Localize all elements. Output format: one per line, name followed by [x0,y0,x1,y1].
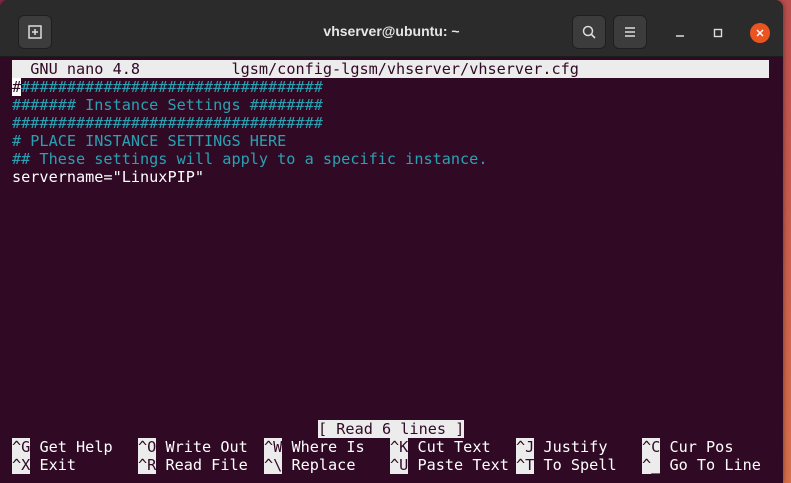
file-line-1[interactable]: ################################## [12,78,323,96]
shortcut-cur-pos[interactable]: ^C Cur Pos [642,438,733,456]
close-icon [756,29,764,37]
shortcut-read-file[interactable]: ^R Read File [138,456,248,474]
shortcut-where-is[interactable]: ^W Where Is [264,438,365,456]
hamburger-menu-icon [625,27,635,37]
nano-version: GNU nano 4.8 [12,60,141,78]
minimize-icon [676,35,684,37]
search-icon [582,25,596,39]
shortcut-exit[interactable]: ^X Exit [12,456,76,474]
file-line-3[interactable]: ################################## [12,114,323,132]
shortcut-paste-text[interactable]: ^U Paste Text [390,456,509,474]
shortcut-replace[interactable]: ^\ Replace [264,456,355,474]
shortcut-to-spell[interactable]: ^T To Spell [516,456,617,474]
text-cursor: # [12,78,22,96]
file-line-6[interactable]: servername="LinuxPIP" [12,168,204,186]
minimize-button[interactable] [670,23,690,43]
file-line-5[interactable]: ## These settings will apply to a specif… [12,150,487,168]
shortcut-cut-text[interactable]: ^K Cut Text [390,438,491,456]
nano-header: GNU nano 4.8 lgsm/config-lgsm/vhserver/v… [12,60,769,78]
file-line-2[interactable]: ####### Instance Settings ######## [12,96,323,114]
terminal-window: vhserver@ubuntu: ~ GNU nano 4.8 lgsm/con… [0,0,783,483]
terminal-content[interactable]: GNU nano 4.8 lgsm/config-lgsm/vhserver/v… [0,57,783,483]
maximize-icon [713,28,723,38]
shortcut-justify[interactable]: ^J Justify [516,438,607,456]
status-message: [ Read 6 lines ] [318,420,465,438]
shortcut-write-out[interactable]: ^O Write Out [138,438,248,456]
close-button[interactable] [750,23,770,43]
nano-filename: lgsm/config-lgsm/vhserver/vhserver.cfg [231,60,579,78]
search-button[interactable] [572,15,606,49]
shortcut-go-to-line[interactable]: ^_ Go To Line [642,456,761,474]
title-bar: vhserver@ubuntu: ~ [0,0,783,57]
menu-button[interactable] [613,15,647,49]
window-title: vhserver@ubuntu: ~ [323,23,460,39]
file-line-4[interactable]: # PLACE INSTANCE SETTINGS HERE [12,132,286,150]
shortcut-get-help[interactable]: ^G Get Help [12,438,113,456]
maximize-button[interactable] [708,23,728,43]
